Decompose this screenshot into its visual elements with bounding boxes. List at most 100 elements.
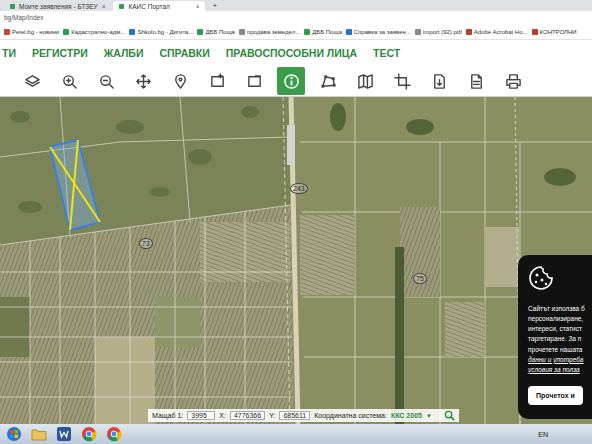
polygon-button[interactable] xyxy=(317,70,339,92)
print-icon xyxy=(505,73,522,90)
parcel-label[interactable]: 75 xyxy=(413,273,427,284)
bookmark-icon xyxy=(129,29,135,35)
cookie-text: интереси, статист xyxy=(528,325,592,333)
language-indicator[interactable]: EN xyxy=(538,431,548,438)
tab-bar: Моите заявления - БТЗЕУ×КАИС Портал×+ xyxy=(0,0,592,11)
bookmark-label: ДББ Поща xyxy=(312,29,342,35)
cookie-text: таргетиране. За п xyxy=(528,335,592,343)
menu-item[interactable]: ЖАЛБИ xyxy=(104,47,144,59)
bookmark-label: ДББ Поща xyxy=(205,29,235,35)
word-icon xyxy=(56,426,72,442)
coordinates-bar: Мащаб 1:3995X:4776366Y:685611Координатна… xyxy=(148,409,459,422)
map-button[interactable] xyxy=(354,70,376,92)
bookmark[interactable]: Petel.bg - новини xyxy=(4,29,59,35)
y-field[interactable]: 685611 xyxy=(279,411,310,420)
crs-label: Координатна система: xyxy=(314,412,387,419)
bookmark[interactable]: Shkolo.bg - Дигита... xyxy=(129,29,193,35)
menu-item[interactable]: ТИ xyxy=(2,47,16,59)
cadastral-map[interactable]: 2437375Мащаб 1:3995X:4776366Y:685611Коор… xyxy=(0,97,592,424)
chrome-icon xyxy=(106,426,122,442)
bookmark-label: Справка за заявен... xyxy=(354,29,411,35)
pin-button[interactable] xyxy=(169,70,191,92)
document-button[interactable] xyxy=(465,70,487,92)
browser-window: Моите заявления - БТЗЕУ×КАИС Портал×+bg/… xyxy=(0,0,592,444)
pan-button[interactable] xyxy=(132,70,154,92)
address-bar[interactable]: bg/Map/Index xyxy=(0,11,592,24)
menu-item[interactable]: РЕГИСТРИ xyxy=(32,47,88,59)
y-label: Y: xyxy=(269,412,275,419)
chrome-icon xyxy=(81,426,97,442)
bookmark[interactable]: КОНТРОЛНИ xyxy=(532,29,577,35)
menu-item[interactable]: ТЕСТ xyxy=(373,47,400,59)
parcel-label[interactable]: 243 xyxy=(290,183,308,194)
new-tab-button[interactable]: + xyxy=(207,1,222,10)
bookmark[interactable]: Adobe Acrobat Ho... xyxy=(466,29,528,35)
close-tab-button[interactable]: × xyxy=(102,3,106,10)
search-button[interactable] xyxy=(444,410,455,421)
policy-link[interactable]: условия за полза xyxy=(528,366,592,374)
explorer-taskbar-button[interactable] xyxy=(31,426,47,442)
bookmark-label: import (92).pdf xyxy=(423,29,462,35)
accept-cookies-button[interactable]: Прочетох и xyxy=(528,386,583,405)
bookmark-icon xyxy=(346,29,352,35)
bookmark-icon xyxy=(4,29,10,35)
policy-link[interactable]: данни и употреба xyxy=(528,356,592,364)
crs-select[interactable]: ККС 2005 xyxy=(391,412,422,419)
scale-field[interactable]: 3995 xyxy=(187,411,215,420)
bookmark-label: Кадастрално-адм... xyxy=(71,29,125,35)
cookie-banner: Сайтът използва бперсонализиране,интерес… xyxy=(518,255,592,419)
map-toolbar xyxy=(0,66,592,97)
zoom-in-button[interactable] xyxy=(58,70,80,92)
export-button[interactable] xyxy=(428,70,450,92)
bookmark-label: Shkolo.bg - Дигита... xyxy=(137,29,193,35)
search-icon xyxy=(444,410,455,421)
zoom-out-button[interactable] xyxy=(95,70,117,92)
bookmark[interactable]: продава земедел... xyxy=(239,29,300,35)
zoom-in-icon xyxy=(61,73,78,90)
bookmarks-bar: Petel.bg - новини Кадастрално-адм... Shkol… xyxy=(0,24,592,40)
satellite-parcels[interactable] xyxy=(0,97,592,424)
pin-icon xyxy=(172,73,189,90)
bookmark[interactable]: ДББ Поща xyxy=(304,29,342,35)
map-icon xyxy=(357,73,374,90)
scale-label: Мащаб 1: xyxy=(152,412,183,419)
export-icon xyxy=(431,73,448,90)
rect-minus-icon xyxy=(246,73,263,90)
start-taskbar-button[interactable] xyxy=(6,426,22,442)
print-button[interactable] xyxy=(502,70,524,92)
layers-icon xyxy=(24,73,41,90)
chrome-taskbar-button[interactable] xyxy=(106,426,122,442)
start-icon xyxy=(6,426,22,442)
cookie-text: Сайтът използва б xyxy=(528,305,592,313)
document-icon xyxy=(468,73,485,90)
crop-button[interactable] xyxy=(391,70,413,92)
cookie-icon xyxy=(528,265,554,291)
close-tab-button[interactable]: × xyxy=(196,3,200,10)
bookmark-icon xyxy=(63,29,69,35)
bookmark[interactable]: import (92).pdf xyxy=(415,29,462,35)
rect-button[interactable] xyxy=(206,70,228,92)
crop-icon xyxy=(394,73,411,90)
zoom-out-icon xyxy=(98,73,115,90)
info-button[interactable] xyxy=(277,67,305,95)
menu-item[interactable]: СПРАВКИ xyxy=(159,47,209,59)
x-field[interactable]: 4776366 xyxy=(230,411,265,420)
browser-tab[interactable]: КАИС Портал× xyxy=(113,1,205,11)
browser-tab[interactable]: Моите заявления - БТЗЕУ× xyxy=(4,1,111,11)
cookie-text: прочетете нашата xyxy=(528,346,592,354)
bookmark[interactable]: Справка за заявен... xyxy=(346,29,411,35)
crs-dropdown[interactable]: ▼ xyxy=(426,413,432,419)
bookmark-icon xyxy=(304,29,310,35)
bookmark-label: Petel.bg - новини xyxy=(12,29,59,35)
parcel-label[interactable]: 73 xyxy=(139,238,153,249)
word-taskbar-button[interactable] xyxy=(56,426,72,442)
chrome-taskbar-button[interactable] xyxy=(81,426,97,442)
rect-minus-button[interactable] xyxy=(243,70,265,92)
bookmark[interactable]: Кадастрално-адм... xyxy=(63,29,125,35)
bookmark-icon xyxy=(415,29,421,35)
layers-button[interactable] xyxy=(21,70,43,92)
bookmark[interactable]: ДББ Поща xyxy=(197,29,235,35)
bookmark-label: Adobe Acrobat Ho... xyxy=(474,29,528,35)
bookmark-icon xyxy=(466,29,472,35)
menu-item[interactable]: ПРАВОСПОСОБНИ ЛИЦА xyxy=(226,47,357,59)
